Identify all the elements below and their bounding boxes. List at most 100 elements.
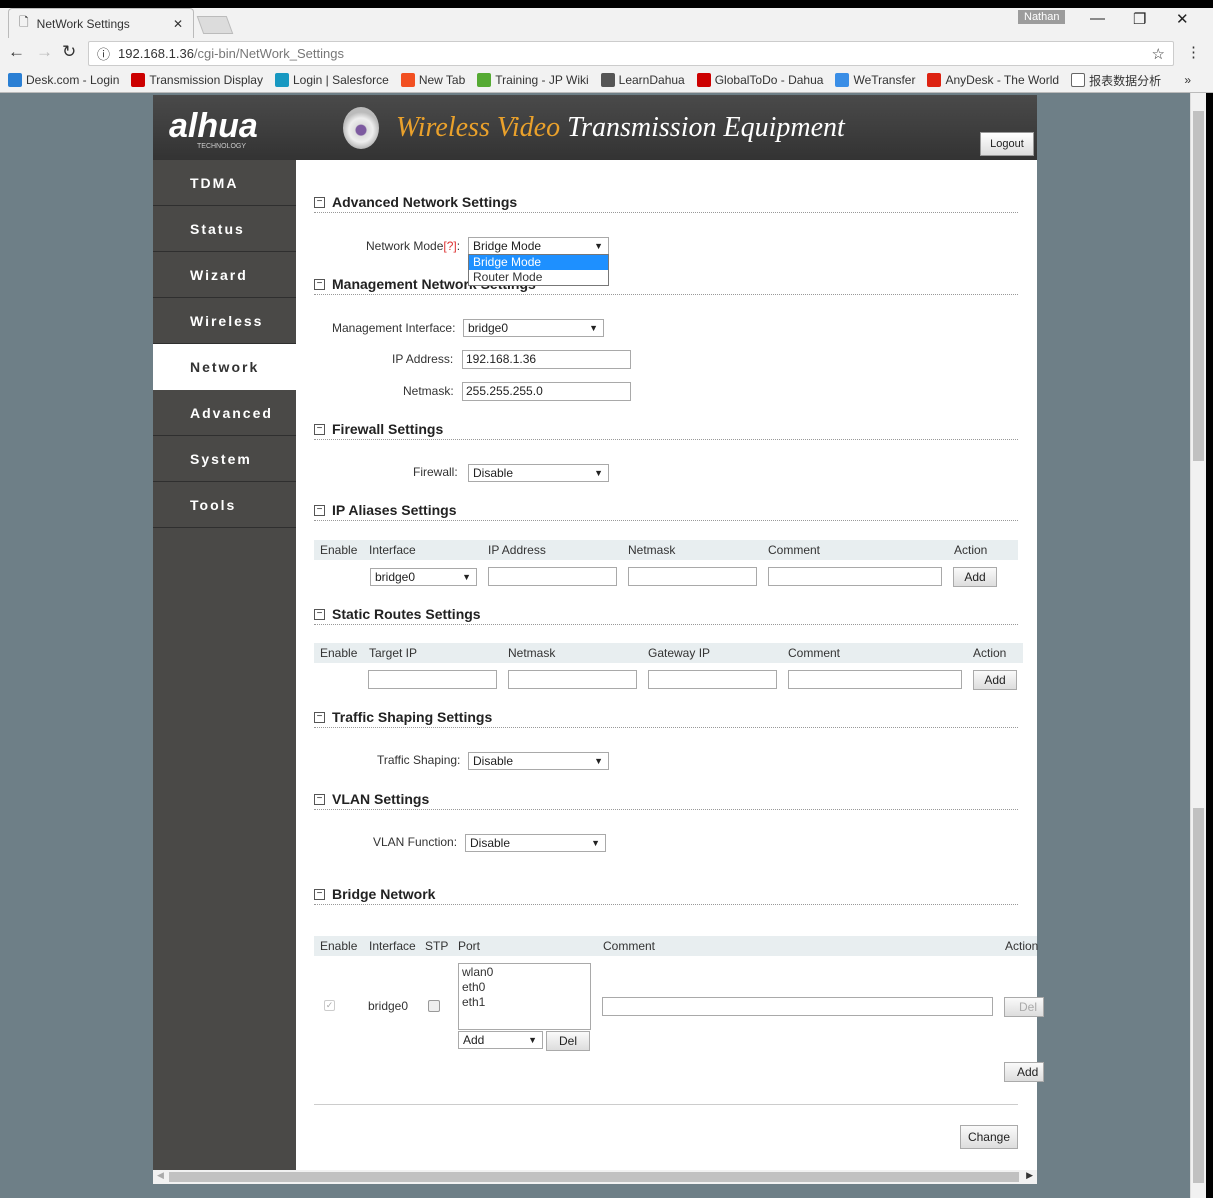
collapse-icon[interactable]: − [314,793,325,805]
sidebar-item-advanced[interactable]: Advanced [153,390,296,436]
divider [314,1104,1018,1105]
collapse-icon[interactable]: − [314,423,325,435]
bookmark-item[interactable]: AnyDesk - The World [927,73,1059,87]
bookmark-item[interactable]: LearnDahua [600,73,685,87]
section-management-network[interactable]: − Management Network Settings [314,276,1018,295]
sidebar-item-tdma[interactable]: TDMA [153,160,296,206]
alias-add-button[interactable]: Add [953,567,997,587]
collapse-icon[interactable]: − [314,888,325,900]
sidebar-item-network[interactable]: Network [153,344,296,390]
sidebar-item-tools[interactable]: Tools [153,482,296,528]
route-add-button[interactable]: Add [973,670,1017,690]
bookmark-item[interactable]: Transmission Display [131,73,263,87]
menu-icon[interactable]: ⋮ [1186,43,1201,61]
port-option[interactable]: eth0 [462,980,587,995]
bridge-interface: bridge0 [368,999,409,1013]
back-icon[interactable]: ← [8,42,25,62]
port-option[interactable]: wlan0 [462,965,587,980]
bookmark-item[interactable]: New Tab [400,73,465,87]
browser-tab[interactable]: 🗋 NetWork Settings ✕ [8,8,194,38]
bookmark-icon [274,73,289,87]
sidebar-item-status[interactable]: Status [153,206,296,252]
bookmark-item[interactable]: Login | Salesforce [274,73,389,87]
new-tab-button[interactable] [196,16,234,34]
bookmark-icon [696,73,711,87]
sidebar: TDMA Status Wizard Wireless Network Advanced S… [153,160,296,1170]
minimize-icon[interactable]: — [1090,10,1105,27]
routes-table-header: Enable Target IP Netmask Gateway IP Comment A… [314,643,1023,663]
tab-bar: 🗋 NetWork Settings ✕ Nathan — ❐ ✕ [0,8,1213,38]
collapse-icon[interactable]: − [314,608,325,620]
forward-icon[interactable]: → [36,42,53,62]
horizontal-scrollbar[interactable]: ▶ ◀ [153,1170,1037,1184]
alias-netmask-input[interactable] [628,567,757,586]
sidebar-item-system[interactable]: System [153,436,296,482]
port-add-select[interactable]: Add [458,1031,543,1049]
traffic-shaping-label: Traffic Shaping: [377,753,461,767]
info-icon: ⓘ [97,47,111,62]
header: alhua TECHNOLOGY Wireless Video Transmiss… [153,95,1037,160]
section-static-routes[interactable]: − Static Routes Settings [314,606,1018,625]
traffic-shaping-select[interactable]: Disable [468,752,609,770]
bookmark-item[interactable]: Desk.com - Login [8,73,119,87]
bookmark-icon [835,73,850,87]
alias-comment-input[interactable] [768,567,942,586]
section-traffic-shaping[interactable]: − Traffic Shaping Settings [314,709,1018,728]
port-listbox[interactable]: wlan0 eth0 eth1 [458,963,591,1030]
netmask-input[interactable]: 255.255.255.0 [462,382,631,401]
logout-button[interactable]: Logout [980,132,1034,156]
collapse-icon[interactable]: − [314,196,325,208]
star-icon[interactable]: ☆ [1152,45,1165,63]
section-ip-aliases[interactable]: − IP Aliases Settings [314,502,1018,521]
option-bridge-mode[interactable]: Bridge Mode [469,255,608,270]
bridge-del-button[interactable]: Del [1004,997,1044,1017]
aliases-table-header: Enable Interface IP Address Netmask Comment A… [314,540,1018,560]
profile-button[interactable]: Nathan [1018,10,1066,24]
section-bridge-network[interactable]: − Bridge Network [314,886,1018,905]
change-button[interactable]: Change [960,1125,1018,1149]
sidebar-item-wizard[interactable]: Wizard [153,252,296,298]
section-advanced-network[interactable]: − Advanced Network Settings [314,194,1018,213]
reload-icon[interactable]: ↻ [62,42,76,62]
bookmark-icon [131,73,146,87]
collapse-icon[interactable]: − [314,711,325,723]
section-firewall[interactable]: − Firewall Settings [314,421,1018,440]
dahua-logo: alhua TECHNOLOGY [169,107,258,150]
bridge-comment-input[interactable] [602,997,993,1016]
bookmark-item[interactable]: 报表数据分析 [1071,72,1161,89]
port-del-button[interactable]: Del [546,1031,590,1051]
route-gateway-input[interactable] [648,670,777,689]
bookmark-item[interactable]: WeTransfer [835,73,915,87]
stp-checkbox[interactable] [428,1000,440,1012]
collapse-icon[interactable]: − [314,504,325,516]
ip-address-label: IP Address: [392,352,454,366]
bridge-add-button[interactable]: Add [1004,1062,1044,1082]
network-mode-select[interactable]: Bridge Mode [468,237,609,255]
alias-ip-input[interactable] [488,567,617,586]
ip-address-input[interactable]: 192.168.1.36 [462,350,631,369]
section-vlan[interactable]: − VLAN Settings [314,791,1018,810]
sidebar-item-wireless[interactable]: Wireless [153,298,296,344]
bookmark-icon [477,73,492,87]
bookmark-item[interactable]: GlobalToDo - Dahua [696,73,823,87]
more-bookmarks-icon[interactable]: » [1184,73,1191,87]
management-interface-select[interactable]: bridge0 [463,319,604,337]
bookmark-item[interactable]: Training - JP Wiki [477,73,589,87]
vertical-scrollbar[interactable] [1190,93,1206,1198]
option-router-mode[interactable]: Router Mode [469,270,608,285]
url-input[interactable]: ⓘ 192.168.1.36/cgi-bin/NetWork_Settings ☆ [88,41,1174,66]
firewall-select[interactable]: Disable [468,464,609,482]
close-tab-icon[interactable]: ✕ [173,17,183,31]
collapse-icon[interactable]: − [314,278,325,290]
vlan-function-select[interactable]: Disable [465,834,606,852]
bridge-enable-checkbox[interactable]: ✓ [324,1000,335,1011]
help-link[interactable]: [?] [443,239,456,253]
route-netmask-input[interactable] [508,670,637,689]
route-comment-input[interactable] [788,670,962,689]
route-target-ip-input[interactable] [368,670,497,689]
alias-interface-select[interactable]: bridge0 [370,568,477,586]
restore-icon[interactable]: ❐ [1133,10,1146,28]
close-window-icon[interactable]: ✕ [1176,10,1189,28]
port-option[interactable]: eth1 [462,995,587,1010]
vlan-function-label: VLAN Function: [373,835,458,849]
